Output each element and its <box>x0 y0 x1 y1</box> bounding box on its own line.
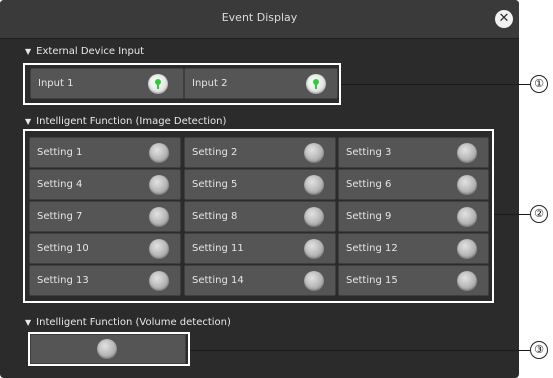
callout-line-2 <box>494 214 530 215</box>
callout-1: ① <box>530 75 548 93</box>
triangle-down-icon: ▼ <box>25 47 32 56</box>
callout-3: ③ <box>530 341 548 359</box>
section-image-detection: ▼ Intelligent Function (Image Detection) <box>25 116 226 127</box>
triangle-down-icon: ▼ <box>25 117 32 126</box>
callout-2: ② <box>530 205 548 223</box>
title-bar: Event Display ✕ <box>0 0 519 39</box>
window-title: Event Display <box>221 11 298 24</box>
section-volume-detection: ▼ Intelligent Function (Volume detection) <box>25 317 231 328</box>
callout-line-3 <box>190 350 530 351</box>
section-label-text: External Device Input <box>36 46 145 57</box>
section-label-text: Intelligent Function (Image Detection) <box>36 116 227 127</box>
section-external-device-input: ▼ External Device Input <box>25 46 144 57</box>
triangle-down-icon: ▼ <box>25 318 32 327</box>
callout-line-1 <box>341 84 530 85</box>
highlight-external-inputs <box>23 63 341 105</box>
section-label-text: Intelligent Function (Volume detection) <box>36 317 231 328</box>
highlight-volume-detection <box>28 332 190 366</box>
highlight-image-detection <box>23 129 494 303</box>
close-icon[interactable]: ✕ <box>495 10 513 28</box>
